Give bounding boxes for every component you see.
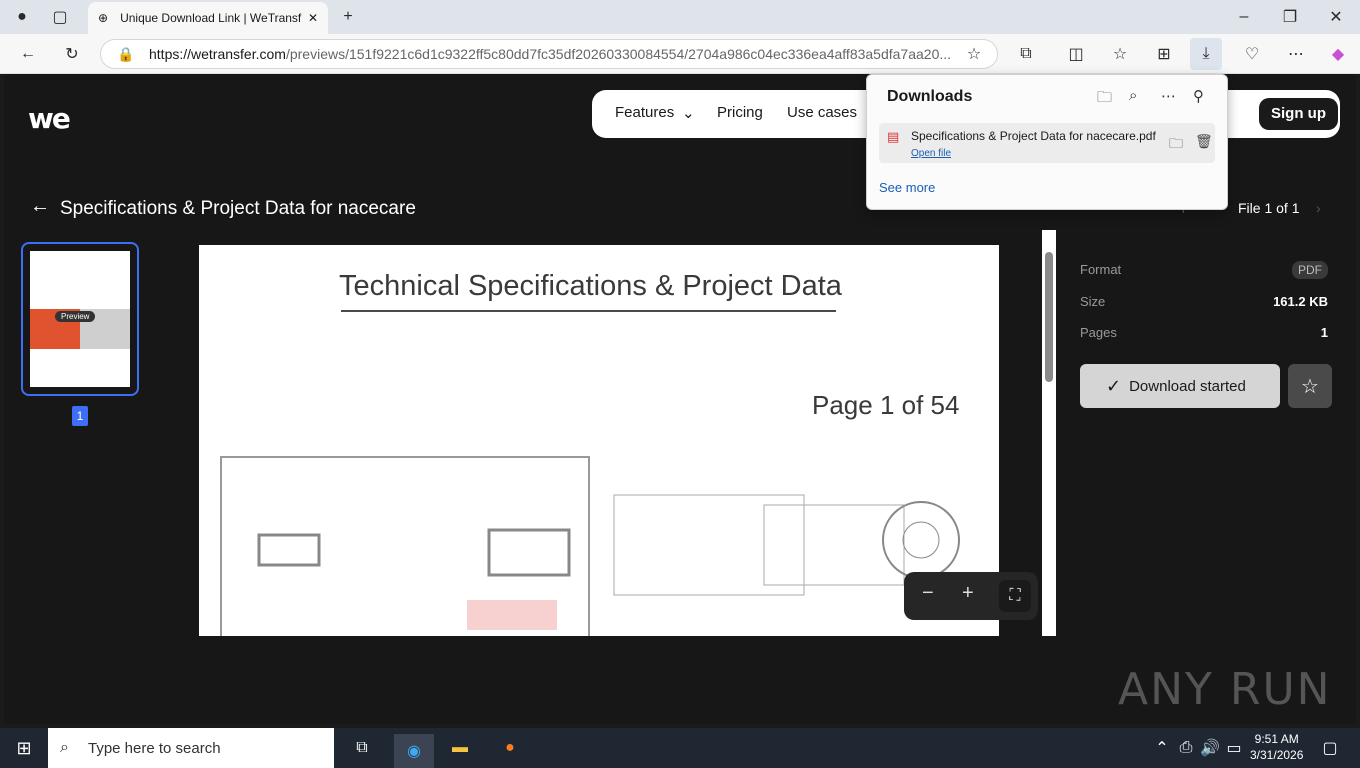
search-icon[interactable]: ⌕ [1129, 87, 1137, 104]
search-icon: ⌕ [60, 739, 69, 756]
input-icon[interactable]: ▭ [1218, 734, 1250, 762]
scrollbar-thumb[interactable] [1045, 252, 1053, 382]
show-in-folder-icon[interactable]: 🗀 [1169, 133, 1183, 157]
downloads-icon[interactable]: ⤓ [1190, 38, 1222, 70]
maximize-icon[interactable]: ❐ [1274, 3, 1306, 31]
task-view-icon[interactable]: ⧉ [346, 734, 378, 762]
more-menu-icon[interactable]: ⋯ [1280, 40, 1312, 68]
chevron-down-icon: ⌄ [682, 105, 695, 122]
lock-icon[interactable]: 🔒 [117, 46, 134, 63]
thumbnail-page-number: 1 [72, 406, 88, 426]
viewer-scrollbar[interactable] [1042, 230, 1056, 636]
format-value: PDF [1292, 261, 1328, 279]
downloads-header: Downloads [887, 88, 973, 105]
browser-essentials-icon[interactable]: ♡ [1236, 40, 1268, 68]
more-options-icon[interactable]: ⋯ [1161, 87, 1176, 105]
document-page-label: Page 1 of 54 [812, 390, 960, 420]
download-item[interactable]: ▤ Specifications & Project Data for nace… [879, 123, 1215, 163]
open-file-link[interactable]: Open file [911, 148, 951, 159]
download-button[interactable]: ✓ Download started [1080, 364, 1280, 408]
pdf-file-icon: ▤ [887, 129, 900, 144]
downloads-panel: Downloads 🗀 ⌕ ⋯ ⚲ ▤ Specifications & Pro… [866, 74, 1228, 210]
file-title: Specifications & Project Data for naceca… [60, 198, 416, 219]
pin-icon[interactable]: ⚲ [1193, 87, 1204, 105]
document-underline [341, 310, 836, 312]
nav-use-cases[interactable]: Use cases [787, 104, 857, 121]
anyrun-watermark: ANY RUN [1118, 664, 1332, 715]
format-label: Format [1080, 262, 1122, 277]
star-icon[interactable]: ☆ [1288, 364, 1332, 408]
technical-drawing [220, 456, 960, 636]
back-icon[interactable]: ← [12, 40, 44, 68]
firefox-icon[interactable]: ● [494, 734, 526, 762]
thumbnail-preview-badge: Preview [55, 311, 96, 322]
url-path: /previews/151f9221c6d1c9322ff5c80dd7fc35… [285, 46, 952, 62]
copilot-icon[interactable]: ◆ [1322, 40, 1354, 68]
size-value: 161.2 KB [1273, 294, 1328, 309]
pages-value: 1 [1320, 325, 1328, 340]
clock-time: 9:51 AM [1254, 732, 1299, 746]
back-arrow-icon[interactable]: ← [30, 195, 50, 218]
zoom-out-icon[interactable]: − [922, 582, 934, 605]
see-more-link[interactable]: See more [879, 180, 935, 195]
close-window-icon[interactable]: ✕ [1320, 3, 1352, 31]
wetransfer-logo[interactable]: we [28, 102, 71, 135]
zoom-in-icon[interactable]: + [962, 582, 974, 605]
size-label: Size [1080, 294, 1106, 309]
taskbar-clock[interactable]: 9:51 AM 3/31/2026 [1250, 731, 1303, 763]
tab-title: Unique Download Link | WeTransf [120, 11, 302, 25]
nav-features[interactable]: Features [615, 104, 674, 121]
download-file-name: Specifications & Project Data for naceca… [911, 129, 1156, 143]
edge-taskbar-icon[interactable]: ◉ [394, 734, 434, 768]
delete-icon[interactable]: 🗑 [1195, 133, 1213, 150]
close-tab-icon[interactable]: ✕ [308, 11, 318, 25]
new-tab-icon[interactable]: + [332, 3, 364, 31]
profile-icon[interactable]: ● [6, 3, 38, 31]
document-viewer: Technical Specifications & Project Data … [199, 245, 999, 636]
minimize-icon[interactable]: – [1228, 3, 1260, 31]
taskbar-search-placeholder: Type here to search [88, 739, 221, 757]
browser-tab-bar: ● ▢ ⊕ Unique Download Link | WeTransf ✕ … [0, 0, 1360, 34]
tab-actions-icon[interactable]: ▢ [44, 3, 76, 31]
clock-date: 3/31/2026 [1250, 748, 1304, 762]
url-field[interactable]: 🔒 https://wetransfer.com /previews/151f9… [100, 39, 998, 69]
check-circle-icon: ✓ [1106, 375, 1122, 396]
file-explorer-icon[interactable]: ▬ [444, 734, 476, 762]
split-screen-icon[interactable]: ◫ [1060, 40, 1092, 68]
open-folder-icon[interactable]: 🗀 [1097, 87, 1112, 112]
signup-button[interactable]: Sign up [1259, 98, 1338, 130]
taskbar-search[interactable]: ⌕ Type here to search [48, 728, 334, 768]
nav-pricing[interactable]: Pricing [717, 104, 763, 121]
refresh-icon[interactable]: ↻ [56, 40, 88, 68]
windows-start-icon[interactable]: ⊞ [8, 734, 40, 762]
windows-taskbar: ⊞ ⌕ Type here to search ⧉ ◉ ▬ ● ⌃ ⎙ 🔊 ▭ … [0, 728, 1360, 768]
page-thumbnail[interactable]: Preview [21, 242, 139, 396]
download-button-label: Download started [1129, 377, 1246, 395]
address-toolbar: ← ↻ 🔒 https://wetransfer.com /previews/1… [0, 34, 1360, 74]
favorites-icon[interactable]: ☆ [1104, 40, 1136, 68]
extensions-icon[interactable]: ⧉ [1010, 40, 1042, 68]
pages-label: Pages [1080, 325, 1117, 340]
fullscreen-icon[interactable]: ⛶ [999, 580, 1031, 612]
globe-icon: ⊕ [98, 11, 109, 25]
document-heading: Technical Specifications & Project Data [339, 270, 842, 302]
notifications-icon[interactable]: ▢ [1314, 734, 1346, 762]
file-position: File 1 of 1 [1238, 200, 1300, 216]
favorite-star-icon[interactable]: ☆ [958, 40, 990, 68]
collections-icon[interactable]: ⊞ [1148, 40, 1180, 68]
zoom-controls: − + ⛶ [904, 572, 1038, 620]
url-host: https://wetransfer.com [149, 46, 286, 62]
thumbnail-image: Preview [30, 251, 130, 387]
next-file-icon[interactable]: › [1316, 200, 1321, 216]
active-tab[interactable]: ⊕ Unique Download Link | WeTransf ✕ [88, 2, 328, 34]
